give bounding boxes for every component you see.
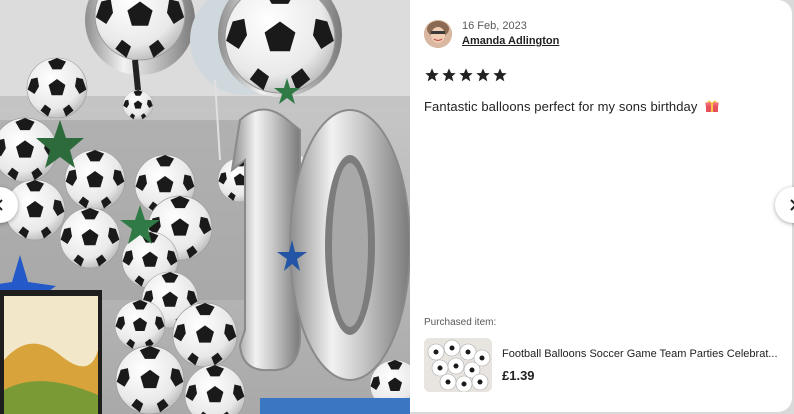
review-photo-modal: 16 Feb, 2023 Amanda Adlington Fantastic … [0,0,794,414]
party-balloons-photo [0,0,410,414]
review-photo [0,0,410,414]
star-icon [442,68,456,82]
avatar[interactable] [424,20,452,48]
gift-emoji-icon [705,100,719,112]
star-rating [424,67,508,83]
purchased-item-title-link[interactable]: Football Balloons Soccer Game Team Parti… [502,348,780,360]
star-icon [493,68,507,82]
review-text: Fantastic balloons perfect for my sons b… [424,99,719,114]
star-icon [476,68,490,82]
review-details: 16 Feb, 2023 Amanda Adlington Fantastic … [410,0,792,412]
review-text-body: Fantastic balloons perfect for my sons b… [424,99,698,114]
purchased-item-thumbnail[interactable] [424,338,492,392]
star-icon [425,68,439,82]
purchased-item-label: Purchased item: [424,317,497,328]
chevron-right-icon [790,199,794,211]
reviewer-avatar-image [424,20,452,48]
purchased-item-price: £1.39 [502,368,535,383]
football-balloons-thumbnail [424,338,492,392]
reviewer-name-link[interactable]: Amanda Adlington [462,35,559,47]
review-date: 16 Feb, 2023 [462,20,527,32]
chevron-left-icon [0,199,3,211]
star-icon [459,68,473,82]
